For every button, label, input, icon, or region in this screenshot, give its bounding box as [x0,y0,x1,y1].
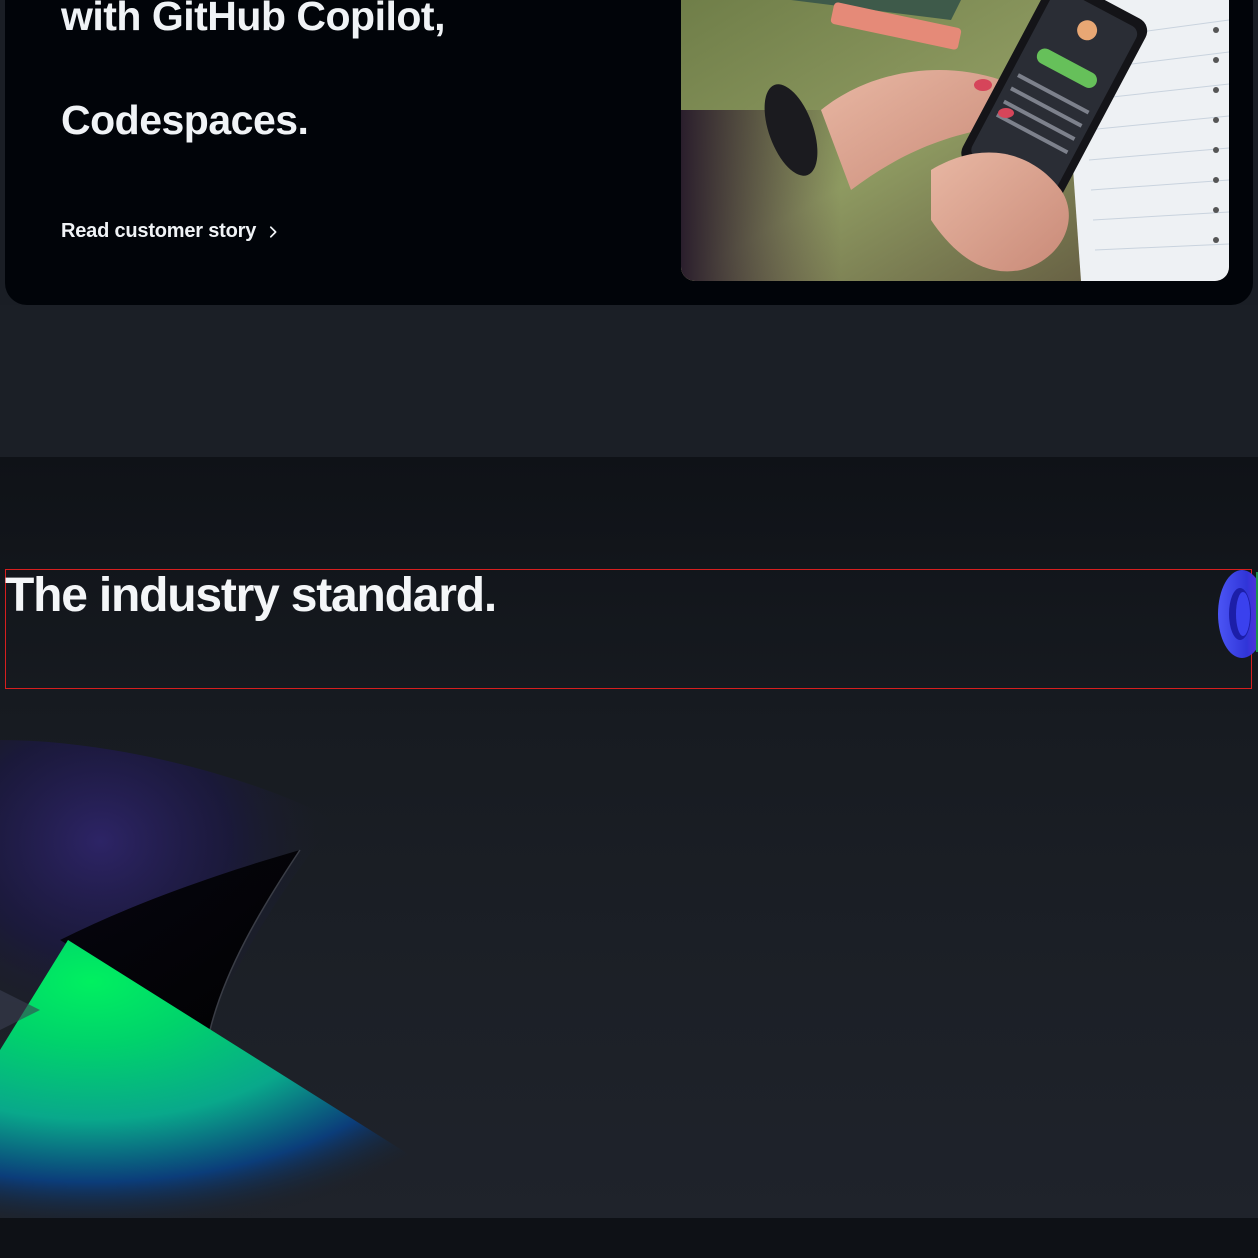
customer-story-photo [681,0,1229,281]
section-spacer [0,305,1258,457]
footer-edge [0,1218,1258,1258]
section-title: The industry standard. [5,569,497,622]
story-heading-line-1: with GitHub Copilot, [61,0,445,39]
story-heading-line-2: Codespaces. [61,97,309,143]
gradient-shapes-decoration [0,740,510,1218]
phone-in-hands-illustration [681,0,1229,281]
story-heading: with GitHub Copilot, Codespaces. [61,0,621,146]
read-customer-story-label: Read customer story [61,220,257,242]
customer-story-card: with GitHub Copilot, Codespaces. Read cu… [5,0,1253,305]
page: with GitHub Copilot, Codespaces. Read cu… [0,0,1258,1258]
blue-ring-decoration [1218,570,1258,658]
read-customer-story-link[interactable]: Read customer story [61,220,280,243]
chevron-right-icon [270,225,277,238]
